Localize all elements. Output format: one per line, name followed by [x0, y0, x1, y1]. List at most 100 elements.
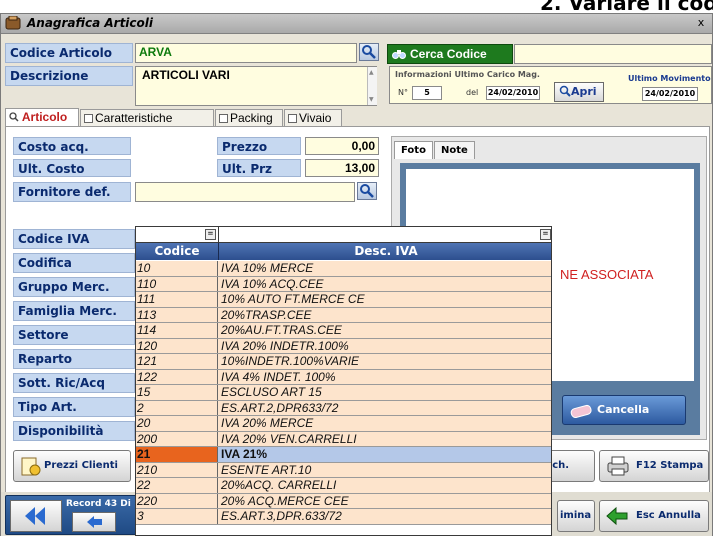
cancella-button[interactable]: Cancella: [562, 395, 686, 425]
iva-desc-cell: ES.ART.3,DPR.633/72: [218, 509, 551, 524]
fornitore-def-input[interactable]: [135, 182, 355, 202]
elimina-label: imina: [560, 510, 592, 521]
iva-code-cell: 210: [136, 462, 218, 477]
reparto-label: Reparto: [13, 349, 135, 369]
tab-caratteristiche[interactable]: Caratteristiche: [80, 109, 214, 127]
filter-operator-button[interactable]: =: [205, 229, 216, 240]
table-row[interactable]: 113 20%TRASP.CEE: [136, 307, 551, 323]
iva-code-cell: 21: [136, 447, 218, 462]
iva-code-cell: 220: [136, 493, 218, 508]
codice-articolo-input[interactable]: ARVA: [135, 43, 357, 63]
ultimo-movimento-value: 24/02/2010: [642, 87, 698, 101]
iva-code-cell: 200: [136, 431, 218, 446]
tab-packing[interactable]: Packing: [215, 109, 283, 127]
descrizione-scrollbar[interactable]: ▲ ▼: [367, 67, 377, 105]
iva-code-cell: 20: [136, 416, 218, 431]
ult-prz-label: Ult. Prz: [217, 159, 301, 177]
table-row[interactable]: 3 ES.ART.3,DPR.633/72: [136, 509, 551, 525]
scroll-up-icon[interactable]: ▲: [369, 69, 374, 76]
record-navigator: Record 43 Di: [5, 495, 139, 535]
iva-code-cell: 122: [136, 369, 218, 384]
tab-foto[interactable]: Foto: [394, 141, 433, 159]
first-record-button[interactable]: [10, 500, 62, 532]
cancella-label: Cancella: [597, 403, 650, 416]
prev-record-button[interactable]: [72, 512, 116, 532]
f12-stampa-label: F12 Stampa: [636, 460, 704, 471]
iva-desc-cell: IVA 21%: [218, 447, 551, 462]
title-bar: Anagrafica Articoli x: [1, 14, 712, 34]
iva-code-cell: 15: [136, 385, 218, 400]
table-row[interactable]: 111 10% AUTO FT.MERCE CE: [136, 292, 551, 308]
sott-ric-acq-label: Sott. Ric/Acq: [13, 373, 135, 393]
tab-articolo[interactable]: Articolo: [5, 108, 79, 127]
table-row[interactable]: 20 IVA 20% MERCE: [136, 416, 551, 432]
iva-code-cell: 110: [136, 276, 218, 291]
search-icon: [559, 85, 571, 97]
codice-iva-label: Codice IVA: [13, 229, 135, 249]
ult-costo-label: Ult. Costo: [13, 159, 131, 177]
esc-annulla-button[interactable]: Esc Annulla: [599, 500, 709, 532]
cerca-codice-label: Cerca Codice: [410, 47, 487, 61]
iva-code-cell: 3: [136, 509, 218, 524]
esc-annulla-label: Esc Annulla: [636, 510, 701, 521]
table-row[interactable]: 121 10%INDETR.100%VARIE: [136, 354, 551, 370]
tab-packing-label: Packing: [230, 111, 273, 125]
descrizione-textarea[interactable]: ARTICOLI VARI: [135, 66, 377, 106]
iva-desc-cell: ESENTE ART.10: [218, 462, 551, 477]
iva-desc-cell: IVA 10% MERCE: [218, 261, 551, 276]
document-icon: [84, 114, 93, 123]
left-arrow-icon: [87, 516, 102, 528]
double-left-arrow-icon: [25, 507, 45, 525]
ult-prz-input[interactable]: 13,00: [305, 159, 379, 177]
tipo-art-label: Tipo Art.: [13, 397, 135, 417]
prezzo-input[interactable]: 0,00: [305, 137, 379, 155]
search-icon: [362, 45, 376, 59]
close-icon[interactable]: x: [694, 16, 708, 30]
table-row[interactable]: 10 IVA 10% MERCE: [136, 261, 551, 277]
codice-iva-dropdown[interactable]: = = Codice Desc. IVA 10 IVA 10% MERCE 110 I…: [135, 226, 552, 536]
search-fornitore-button[interactable]: [357, 182, 377, 200]
n-value: 5: [412, 86, 442, 100]
table-row[interactable]: 220 20% ACQ.MERCE CEE: [136, 493, 551, 509]
column-header-codice[interactable]: Codice: [136, 243, 219, 260]
scroll-down-icon[interactable]: ▼: [369, 96, 374, 103]
ultimo-movimento-label: Ultimo Movimento: [628, 74, 711, 83]
del-label: del: [466, 88, 479, 97]
search-codice-button[interactable]: [359, 43, 379, 61]
codice-filter-input[interactable]: =: [136, 227, 219, 243]
costo-acq-label: Costo acq.: [13, 137, 131, 155]
window-title: Anagrafica Articoli: [27, 16, 154, 30]
iva-desc-cell: IVA 10% ACQ.CEE: [218, 276, 551, 291]
iva-desc-cell: IVA 20% VEN.CARRELLI: [218, 431, 551, 446]
record-counter: Record 43 Di: [66, 499, 131, 509]
iva-code-cell: 111: [136, 292, 218, 307]
desc-filter-input[interactable]: =: [219, 227, 551, 243]
table-row[interactable]: 2 ES.ART.2,DPR633/72: [136, 400, 551, 416]
elimina-button[interactable]: imina: [557, 500, 595, 532]
apri-button[interactable]: Apri: [554, 82, 604, 102]
filter-operator-button[interactable]: =: [540, 229, 551, 240]
f12-stampa-button[interactable]: F12 Stampa: [599, 450, 709, 482]
prezzo-label: Prezzo: [217, 137, 301, 155]
cerca-codice-button[interactable]: Cerca Codice: [387, 44, 513, 64]
document-icon: [219, 114, 228, 123]
table-row[interactable]: 15 ESCLUSO ART 15: [136, 385, 551, 401]
column-header-desc-iva[interactable]: Desc. IVA: [219, 243, 551, 260]
cerca-codice-input[interactable]: [514, 44, 712, 64]
binoculars-icon: [392, 50, 406, 59]
table-row[interactable]: 110 IVA 10% ACQ.CEE: [136, 276, 551, 292]
table-row-selected[interactable]: 21 IVA 21%: [136, 447, 551, 463]
table-row[interactable]: 200 IVA 20% VEN.CARRELLI: [136, 431, 551, 447]
tab-vivaio[interactable]: Vivaio: [284, 109, 342, 127]
del-value: 24/02/2010: [486, 86, 540, 100]
table-row[interactable]: 210 ESENTE ART.10: [136, 462, 551, 478]
table-row[interactable]: 122 IVA 4% INDET. 100%: [136, 369, 551, 385]
iva-code-cell: 114: [136, 323, 218, 338]
table-row[interactable]: 120 IVA 20% INDETR.100%: [136, 338, 551, 354]
tab-note[interactable]: Note: [434, 141, 475, 159]
table-row[interactable]: 114 20%AU.FT.TRAS.CEE: [136, 323, 551, 339]
iva-code-cell: 10: [136, 261, 218, 276]
prezzi-clienti-button[interactable]: Prezzi Clienti: [13, 450, 131, 482]
table-row[interactable]: 22 20%ACQ. CARRELLI: [136, 478, 551, 494]
tab-bar: Articolo Caratteristiche Packing Vivaio: [1, 108, 712, 127]
